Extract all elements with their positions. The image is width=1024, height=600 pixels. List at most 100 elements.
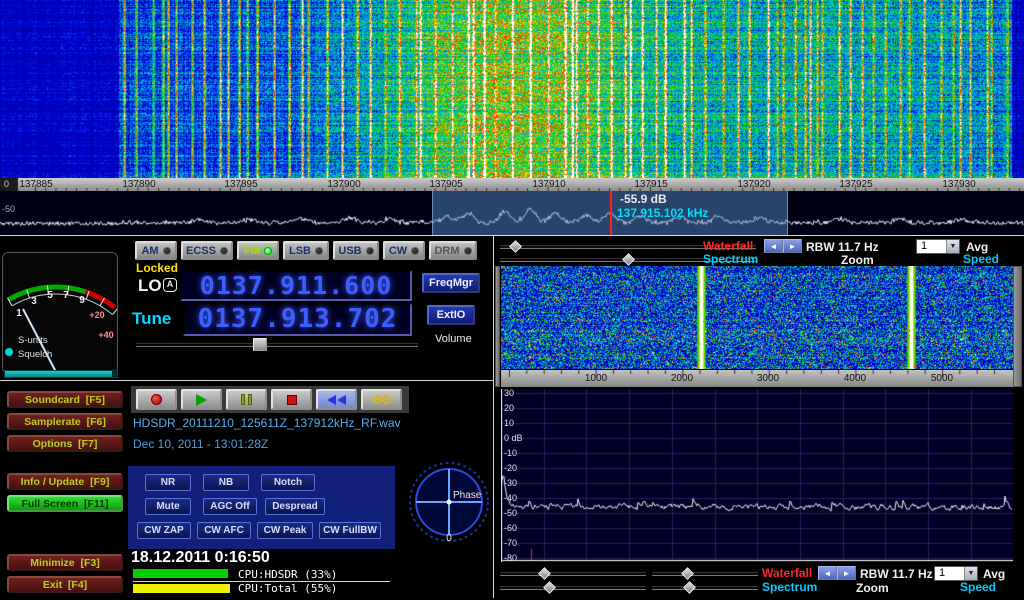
nb-button[interactable]: NB [203, 474, 249, 491]
phase-indicator[interactable]: Phase 0 [407, 457, 491, 545]
fullscreen-button[interactable]: Full Screen [F11] [7, 495, 123, 512]
lo-channel-badge[interactable]: A [163, 278, 177, 292]
af-zoom-slider-track[interactable] [500, 586, 646, 590]
tune-frequency-display[interactable]: 0137.913.702 [183, 303, 412, 336]
stop-button[interactable] [271, 389, 312, 410]
s-units-label: S-units [18, 335, 48, 346]
rf-scrollbar[interactable] [1013, 266, 1022, 387]
loop-button[interactable] [361, 389, 402, 410]
stop-icon [287, 395, 297, 405]
af-scroll-left-button[interactable]: ◄ [818, 566, 837, 580]
mode-button-drm[interactable]: DRM [429, 241, 477, 260]
af-db-label: -20 [504, 463, 517, 473]
af-waterfall-brightness-slider-handle[interactable] [681, 567, 694, 580]
s-meter[interactable]: 1 3 5 7 9 +20 +40 S-units Squelch [2, 252, 118, 374]
tune-cursor[interactable] [610, 191, 612, 235]
rf-scale-label: 5000 [922, 373, 962, 384]
volume-slider-handle[interactable] [253, 338, 267, 351]
mode-label: CW [389, 245, 407, 257]
rf-scroll-right-button[interactable]: ► [783, 239, 802, 253]
rf-rbw-label: RBW 11.7 Hz [806, 240, 879, 254]
db-readout: -55.9 dB [620, 192, 667, 206]
minimize-button[interactable]: Minimize [F3] [7, 554, 123, 571]
play-button[interactable] [181, 389, 222, 410]
af-db-label: -70 [504, 538, 517, 548]
pause-button[interactable] [226, 389, 267, 410]
af-zoom-slider-handle[interactable] [543, 581, 556, 594]
notch-button[interactable]: Notch [261, 474, 315, 491]
af-avg-select[interactable]: 1 ▼ [934, 566, 978, 581]
dropdown-arrow-icon[interactable]: ▼ [946, 240, 959, 253]
af-waterfall-contrast-slider-track[interactable] [500, 572, 646, 576]
s-meter-tick-label: 1 [16, 308, 22, 319]
mode-led-icon [264, 247, 272, 255]
rf-scale-label: 2000 [662, 373, 702, 384]
af-scroll-right-button[interactable]: ► [837, 566, 856, 580]
rf-avg-select[interactable]: 1 ▼ [916, 239, 960, 254]
rf-scroll-left-button[interactable]: ◄ [764, 239, 783, 253]
af-speed-label: Speed [960, 580, 996, 594]
af-speed-slider-handle[interactable] [683, 581, 696, 594]
ruler-label: 137925 [825, 179, 887, 190]
pause-icon [241, 394, 245, 405]
af-db-label: -60 [504, 523, 517, 533]
mode-label: LSB [289, 245, 311, 257]
signal-level-bar [4, 370, 118, 378]
freqmgr-button[interactable]: FreqMgr [422, 273, 480, 293]
cw-peak-button[interactable]: CW Peak [257, 522, 313, 539]
rf-zoom-slider-handle[interactable] [622, 253, 635, 266]
phase-value: 0 [446, 533, 452, 544]
mode-led-icon [366, 247, 374, 255]
rf-waterfall-display[interactable] [501, 266, 1013, 369]
mode-label: ECSS [186, 245, 216, 257]
record-button[interactable] [136, 389, 177, 410]
af-rbw-label: RBW 11.7 Hz [860, 567, 933, 581]
rf-waterfall-contrast-slider-handle[interactable] [509, 240, 522, 253]
af-db-label: -10 [504, 448, 517, 458]
soundcard-button[interactable]: Soundcard [F5] [7, 391, 123, 408]
af-speed-slider-track[interactable] [652, 586, 758, 590]
af-db-label: 0 dB [504, 433, 523, 443]
signal-level-fill [5, 371, 112, 377]
lo-frequency-display[interactable]: 0137.911.600 [180, 270, 412, 301]
mode-button-ecss[interactable]: ECSS [181, 241, 233, 260]
rf-waterfall-label: Waterfall [703, 239, 753, 253]
despread-button[interactable]: Despread [265, 498, 325, 515]
exit-button[interactable]: Exit [F4] [7, 576, 123, 593]
mode-label: USB [338, 245, 361, 257]
mode-button-fm[interactable]: FM [237, 241, 279, 260]
af-db-label: -80 [504, 553, 517, 563]
nr-button[interactable]: NR [145, 474, 191, 491]
ruler-label: 137885 [5, 179, 67, 190]
frequency-readout: 137.915.102 kHz [617, 206, 708, 220]
rewind-button[interactable] [316, 389, 357, 410]
cw-zap-button[interactable]: CW ZAP [137, 522, 191, 539]
mode-button-am[interactable]: AM [135, 241, 177, 260]
volume-label: Volume [435, 333, 472, 345]
mute-button[interactable]: Mute [145, 498, 191, 515]
volume-slider-track[interactable] [136, 343, 418, 347]
squelch-knob[interactable] [5, 348, 13, 356]
samplerate-button[interactable]: Samplerate [F6] [7, 413, 123, 430]
agc-button[interactable]: AGC Off [203, 498, 257, 515]
cw-fullbw-button[interactable]: CW FullBW [319, 522, 381, 539]
extio-button[interactable]: ExtIO [427, 305, 475, 325]
rf-scale-label: 3000 [748, 373, 788, 384]
separator [0, 235, 1024, 236]
s-meter-tick-label: 5 [47, 290, 53, 301]
dropdown-arrow-icon[interactable]: ▼ [964, 567, 977, 580]
rf-speed-label: Speed [963, 252, 999, 266]
info-update-button[interactable]: Info / Update [F9] [7, 473, 123, 490]
af-waterfall-brightness-slider-track[interactable] [652, 572, 758, 576]
af-db-label: 30 [504, 388, 514, 398]
pause-icon [248, 394, 252, 405]
cw-afc-button[interactable]: CW AFC [197, 522, 251, 539]
main-waterfall-display[interactable] [0, 0, 1024, 178]
af-waterfall-contrast-slider-handle[interactable] [538, 567, 551, 580]
rf-scale-label: 4000 [835, 373, 875, 384]
mode-button-usb[interactable]: USB [333, 241, 379, 260]
af-spectrum-display[interactable] [501, 389, 1013, 562]
mode-button-cw[interactable]: CW [383, 241, 425, 260]
mode-button-lsb[interactable]: LSB [283, 241, 329, 260]
options-button[interactable]: Options [F7] [7, 435, 123, 452]
